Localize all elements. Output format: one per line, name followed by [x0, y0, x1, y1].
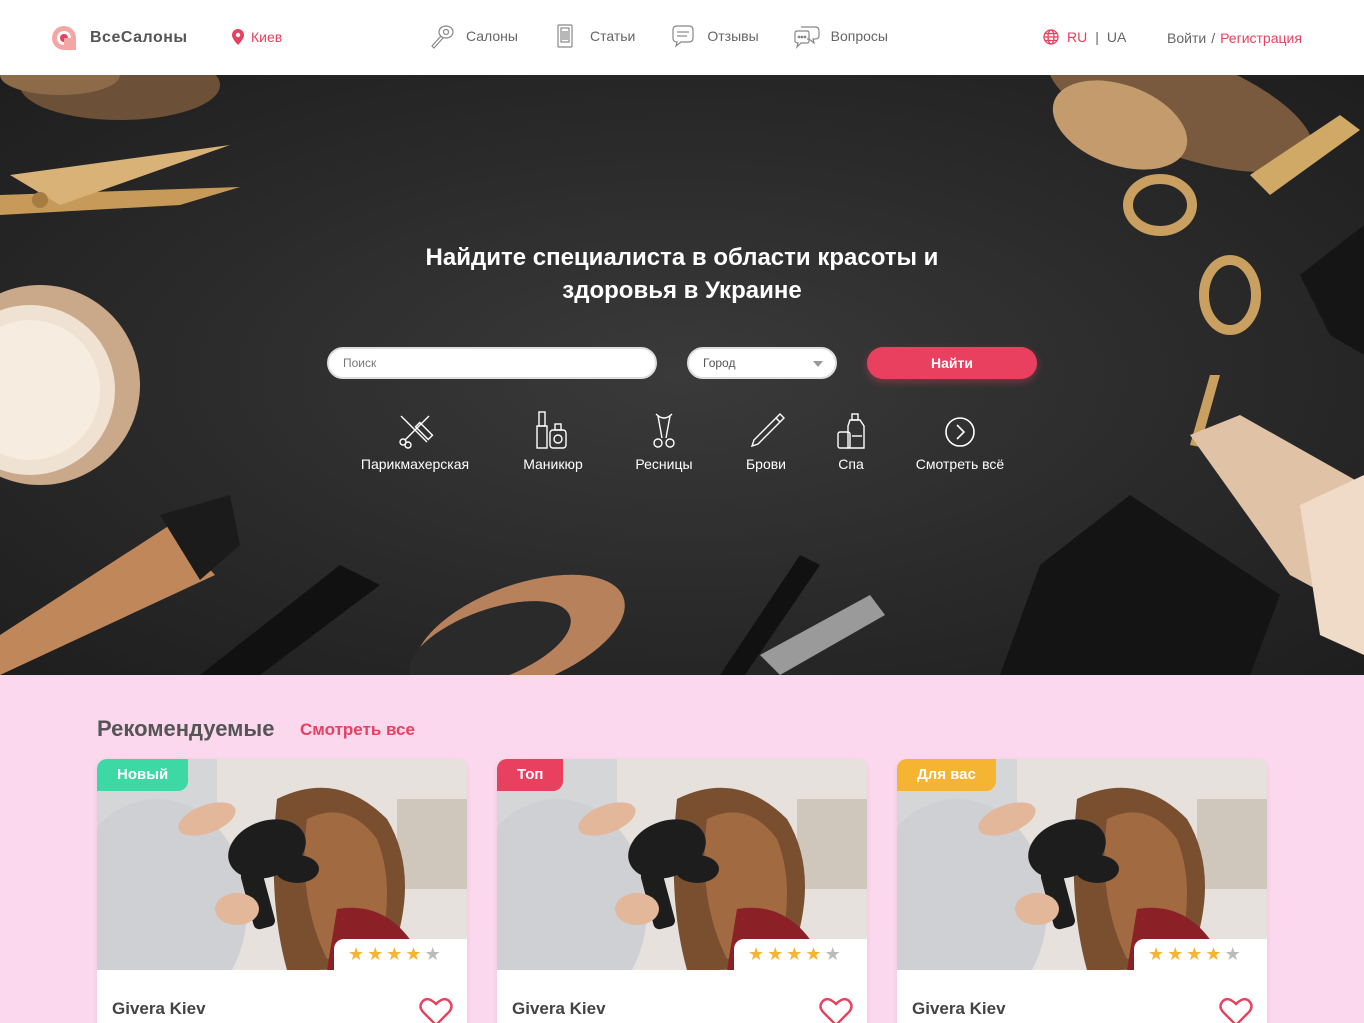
section-title: Рекомендуемые: [97, 716, 275, 741]
card-badge: Топ: [497, 759, 564, 791]
logo-icon: [52, 26, 76, 50]
hero-title-line-2: здоровья в Украине: [562, 277, 802, 304]
rating-stars: ★ ★ ★ ★ ★: [1134, 939, 1267, 971]
nav-label: Отзывы: [707, 28, 759, 44]
article-icon: [557, 24, 573, 48]
location-pin-icon: [232, 29, 244, 45]
category-label: Ресницы: [635, 456, 693, 472]
star-icon: ★: [367, 944, 384, 964]
category-label: Смотреть всё: [915, 456, 1005, 472]
reviews-icon: [672, 25, 694, 48]
salon-name[interactable]: Givera Kiev: [512, 999, 606, 1019]
nav-label: Статьи: [589, 28, 636, 44]
category-manicure[interactable]: Маникюр: [518, 410, 588, 472]
scissors-comb-icon: [399, 415, 434, 449]
rating-stars: ★ ★ ★ ★ ★: [734, 939, 867, 971]
salon-card[interactable]: Для вас ★ ★ ★ ★ ★ Givera Kiev: [897, 759, 1267, 1023]
star-icon: ★: [1224, 944, 1241, 964]
category-hairdresser[interactable]: Парикмахерская: [359, 410, 471, 472]
language-switcher: RU | UA: [1043, 29, 1126, 45]
city-dropdown[interactable]: Город: [687, 347, 837, 379]
nav-item-salons[interactable]: Салоны: [428, 22, 518, 50]
find-button[interactable]: Найти: [867, 347, 1037, 379]
logo-text: ВсеСалоны: [90, 29, 188, 46]
city-placeholder: Город: [703, 356, 736, 370]
category-label: Парикмахерская: [360, 456, 470, 472]
dryer-icon: [431, 25, 454, 49]
heart-icon[interactable]: [819, 997, 853, 1023]
star-icon: ★: [1205, 944, 1222, 964]
main-nav: Салоны Статьи Отзывы Вопросы: [428, 22, 922, 50]
star-icon: ★: [424, 944, 441, 964]
globe-icon: [1043, 29, 1059, 45]
star-icon: ★: [748, 944, 765, 964]
star-icon: ★: [1148, 944, 1165, 964]
hero-title: Найдите специалиста в области красоты и …: [332, 241, 1032, 307]
star-icon: ★: [767, 944, 784, 964]
spa-bottle-icon: [837, 413, 865, 449]
nav-item-articles[interactable]: Статьи: [552, 22, 635, 50]
auth-separator: /: [1211, 30, 1216, 46]
category-spa[interactable]: Спа: [834, 410, 868, 472]
star-icon: ★: [405, 944, 422, 964]
star-icon: ★: [1186, 944, 1203, 964]
login-link[interactable]: Войти: [1167, 30, 1206, 46]
salon-card[interactable]: Топ ★ ★ ★ ★ ★ Givera Kiev: [497, 759, 867, 1023]
nav-item-reviews[interactable]: Отзывы: [669, 22, 759, 50]
star-icon: ★: [386, 944, 403, 964]
see-all-link[interactable]: Смотреть все: [300, 720, 415, 740]
category-see-all[interactable]: Смотреть всё: [914, 410, 1006, 472]
hero-title-line-1: Найдите специалиста в области красоты и: [425, 244, 939, 271]
category-label: Маникюр: [523, 456, 583, 472]
star-icon: ★: [805, 944, 822, 964]
eyelash-curler-icon: [653, 413, 675, 448]
salon-name[interactable]: Givera Kiev: [912, 999, 1006, 1019]
lang-ru[interactable]: RU: [1067, 29, 1087, 45]
star-icon: ★: [824, 944, 841, 964]
category-label: Спа: [838, 456, 864, 472]
register-link[interactable]: Регистрация: [1220, 30, 1302, 46]
search-placeholder: Поиск: [343, 356, 377, 370]
nail-polish-icon: [536, 411, 567, 449]
category-label: Брови: [745, 456, 787, 472]
nav-item-questions[interactable]: Вопросы: [793, 22, 888, 50]
site-header: ВсеСалоны Киев Салоны Статьи Отзывы Вопр…: [0, 0, 1364, 75]
city-label: Киев: [251, 29, 283, 45]
nav-label: Вопросы: [830, 28, 888, 44]
lang-ua[interactable]: UA: [1107, 29, 1126, 45]
category-eyelashes[interactable]: Ресницы: [634, 410, 694, 472]
star-icon: ★: [1167, 944, 1184, 964]
star-icon: ★: [348, 944, 365, 964]
search-input[interactable]: Поиск: [327, 347, 657, 379]
nav-label: Салоны: [466, 28, 518, 44]
logo[interactable]: ВсеСалоны: [50, 24, 188, 52]
questions-icon: [794, 26, 820, 49]
star-icon: ★: [786, 944, 803, 964]
rating-stars: ★ ★ ★ ★ ★: [334, 939, 467, 971]
city-selector[interactable]: Киев: [232, 29, 282, 45]
hero-banner: Найдите специалиста в области красоты и …: [0, 75, 1364, 675]
card-badge: Для вас: [897, 759, 996, 791]
card-badge: Новый: [97, 759, 189, 791]
auth-links: Войти / Регистрация: [1167, 30, 1302, 46]
lang-separator: |: [1095, 29, 1099, 45]
chevron-down-icon: [813, 361, 823, 367]
category-brows[interactable]: Брови: [743, 410, 789, 472]
heart-icon[interactable]: [419, 997, 453, 1023]
hero-background-tools: [0, 75, 1364, 675]
brow-pencil-icon: [750, 413, 785, 448]
arrow-circle-icon: [945, 417, 975, 447]
heart-icon[interactable]: [1219, 997, 1253, 1023]
salon-card[interactable]: Новый ★ ★ ★ ★ ★ Givera Kiev: [97, 759, 467, 1023]
salon-name[interactable]: Givera Kiev: [112, 999, 206, 1019]
